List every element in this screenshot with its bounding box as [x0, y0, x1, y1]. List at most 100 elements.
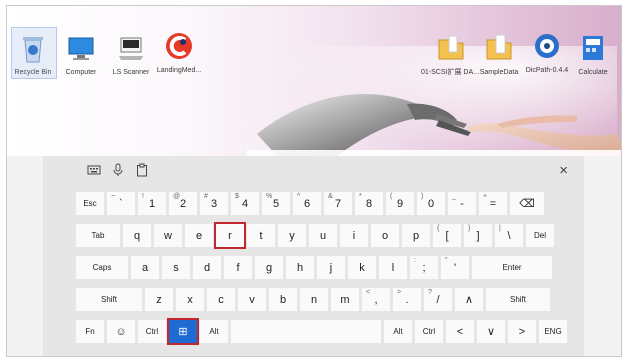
key-label: b	[279, 293, 287, 306]
key-shift-label: @	[173, 193, 181, 200]
key-arrow-down[interactable]: ∨	[477, 320, 505, 343]
key-caps[interactable]: Caps	[76, 256, 128, 279]
desktop-icon-calculate[interactable]: Calculate	[563, 32, 621, 77]
key-8[interactable]: * 8	[355, 192, 383, 215]
key-shift-left[interactable]: Shift	[76, 288, 142, 311]
key-label: -	[460, 197, 464, 210]
key-eng[interactable]: ENG	[539, 320, 567, 343]
key-m[interactable]: m	[331, 288, 359, 311]
key-label: ]	[476, 229, 480, 242]
key-arrow-up[interactable]: ∧	[455, 288, 483, 311]
key-3[interactable]: #3	[200, 192, 228, 215]
key-w[interactable]: w	[154, 224, 182, 247]
key-j[interactable]: j	[317, 256, 345, 279]
key-v[interactable]: v	[238, 288, 266, 311]
key-label: 9	[396, 197, 404, 210]
key-a[interactable]: a	[131, 256, 159, 279]
key-x[interactable]: x	[176, 288, 204, 311]
key-p[interactable]: p	[402, 224, 430, 247]
key-fn[interactable]: Fn	[76, 320, 104, 343]
key-emoji[interactable]: ☺	[107, 320, 135, 343]
key-comma[interactable]: <,	[362, 288, 390, 311]
key-label: h	[296, 261, 304, 274]
key-shift-right[interactable]: Shift	[486, 288, 550, 311]
key-k[interactable]: k	[348, 256, 376, 279]
key-label: t	[259, 229, 263, 242]
key-semicolon[interactable]: :;	[410, 256, 438, 279]
key-shift-label: "	[445, 257, 448, 264]
key-backtick[interactable]: ~ `	[107, 192, 135, 215]
computer-icon	[65, 32, 97, 64]
key-4[interactable]: $4	[231, 192, 259, 215]
key-z[interactable]: z	[145, 288, 173, 311]
key-d[interactable]: d	[193, 256, 221, 279]
key-arrow-left[interactable]: <	[446, 320, 474, 343]
key-shift-label: ~	[111, 193, 116, 200]
key-y[interactable]: y	[278, 224, 306, 247]
key-f[interactable]: f	[224, 256, 252, 279]
close-icon[interactable]: ×	[559, 162, 568, 179]
key-5[interactable]: % 5	[262, 192, 290, 215]
key-i[interactable]: i	[340, 224, 368, 247]
key-space[interactable]	[231, 320, 381, 343]
key-r[interactable]: r	[214, 222, 246, 249]
key-label: v	[249, 293, 255, 306]
key-q[interactable]: q	[123, 224, 151, 247]
key-bracket-right[interactable]: }]	[464, 224, 492, 247]
key-u[interactable]: u	[309, 224, 337, 247]
key-c[interactable]: c	[207, 288, 235, 311]
key-period[interactable]: >.	[393, 288, 421, 311]
key-arrow-right[interactable]: >	[508, 320, 536, 343]
key-slash[interactable]: ? /	[424, 288, 452, 311]
key-enter[interactable]: Enter	[472, 256, 552, 279]
key-9[interactable]: (9	[386, 192, 414, 215]
key-quote[interactable]: " '	[441, 256, 469, 279]
key-backslash[interactable]: | \	[495, 224, 523, 247]
key-tab[interactable]: Tab	[76, 224, 120, 247]
key-ctrl-left[interactable]: Ctrl	[138, 320, 166, 343]
recycle-bin-icon	[11, 27, 57, 79]
key-n[interactable]: n	[300, 288, 328, 311]
key-label: ⌫	[519, 198, 535, 210]
key-equals[interactable]: + =	[479, 192, 507, 215]
key-windows[interactable]: ⊞	[167, 318, 199, 345]
key-label: d	[203, 261, 211, 274]
key-del[interactable]: Del	[526, 224, 554, 247]
desktop-icon-landing-med[interactable]: LandingMed...	[149, 30, 209, 75]
key-shift-label: _	[452, 193, 456, 200]
key-t[interactable]: t	[247, 224, 275, 247]
key-label: w	[164, 229, 172, 242]
key-minus[interactable]: _ -	[448, 192, 476, 215]
key-0[interactable]: ) 0	[417, 192, 445, 215]
key-1[interactable]: ! 1	[138, 192, 166, 215]
key-2[interactable]: @2	[169, 192, 197, 215]
key-shift-label: ^	[297, 193, 301, 200]
key-l[interactable]: l	[379, 256, 407, 279]
key-backspace[interactable]: ⌫	[510, 192, 544, 215]
key-bracket-left[interactable]: {[	[433, 224, 461, 247]
key-label: l	[391, 261, 395, 274]
key-alt-right[interactable]: Alt	[384, 320, 412, 343]
key-7[interactable]: & 7	[324, 192, 352, 215]
keyboard-settings-icon[interactable]	[87, 163, 101, 177]
key-label: `	[119, 197, 123, 210]
key-label: ∨	[486, 326, 496, 338]
key-g[interactable]: g	[255, 256, 283, 279]
key-h[interactable]: h	[286, 256, 314, 279]
clipboard-icon[interactable]	[135, 163, 149, 177]
key-ctrl-right[interactable]: Ctrl	[415, 320, 443, 343]
key-label: \	[507, 229, 511, 242]
key-6[interactable]: ^ 6	[293, 192, 321, 215]
key-o[interactable]: o	[371, 224, 399, 247]
desktop-wallpaper: Recycle Bin Computer LS Scanner LandingM…	[7, 6, 621, 156]
key-label: =	[489, 197, 497, 210]
microphone-icon[interactable]	[111, 163, 125, 177]
key-esc[interactable]: Esc	[76, 192, 104, 215]
key-shift-label: %	[266, 193, 273, 200]
key-b[interactable]: b	[269, 288, 297, 311]
key-e[interactable]: e	[185, 224, 213, 247]
key-label: Alt	[393, 327, 403, 336]
key-alt-left[interactable]: Alt	[200, 320, 228, 343]
key-s[interactable]: s	[162, 256, 190, 279]
key-label: Enter	[502, 263, 522, 272]
